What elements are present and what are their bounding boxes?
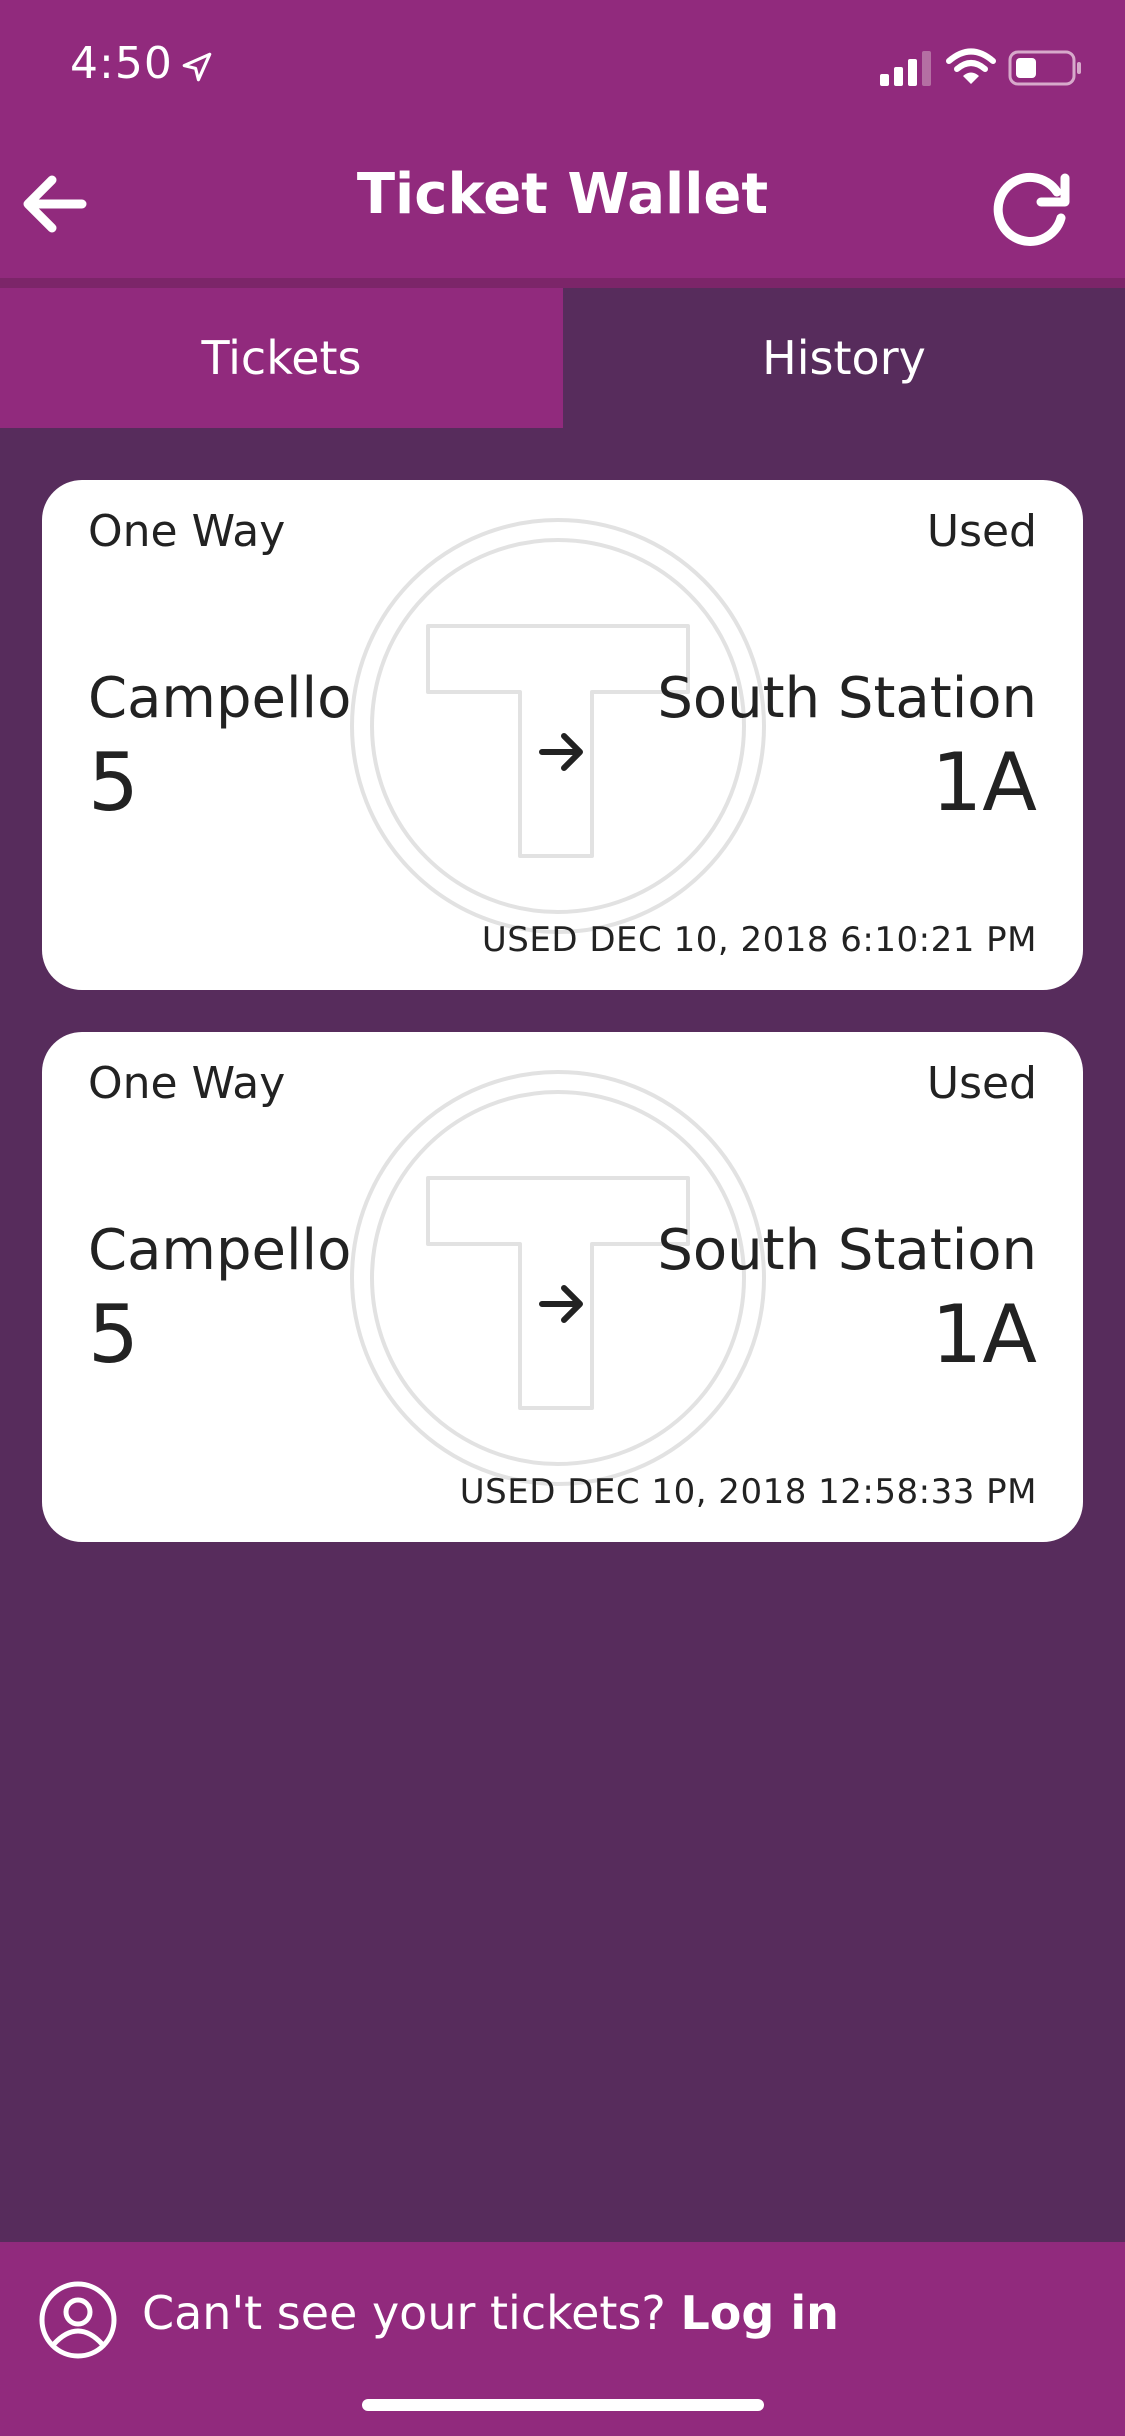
ticket-card[interactable]: One Way Used Campello 5 South Station 1A… — [42, 1032, 1083, 1542]
destination-zone: 1A — [931, 1288, 1037, 1381]
header-divider — [0, 278, 1125, 288]
header: 4:50 Ticket Wallet — [0, 0, 1125, 278]
used-timestamp: USED DEC 10, 2018 12:58:33 PM — [459, 1472, 1037, 1512]
origin-zone: 5 — [88, 736, 139, 829]
page-title: Ticket Wallet — [356, 162, 769, 227]
arrow-right-icon — [539, 1285, 583, 1323]
ticket-type: One Way — [88, 1058, 286, 1109]
origin-station: Campello — [88, 666, 352, 731]
home-indicator[interactable] — [362, 2399, 764, 2411]
ticket-type: One Way — [88, 506, 286, 557]
arrow-right-icon — [539, 733, 583, 771]
ticket-status: Used — [926, 506, 1037, 557]
nav-bar: Ticket Wallet — [0, 132, 1125, 278]
ticket-status: Used — [926, 1058, 1037, 1109]
ticket-card[interactable]: One Way Used Campello 5 South Station 1A… — [42, 480, 1083, 990]
status-time: 4:50 — [70, 38, 173, 89]
used-timestamp: USED DEC 10, 2018 6:10:21 PM — [481, 920, 1037, 960]
refresh-icon[interactable] — [985, 162, 1075, 252]
destination-zone: 1A — [931, 736, 1037, 829]
login-prompt-text: Can't see your tickets? — [142, 2286, 666, 2340]
account-icon[interactable] — [38, 2280, 118, 2360]
tab-tickets[interactable]: Tickets — [0, 288, 563, 428]
back-arrow-icon[interactable] — [14, 164, 94, 244]
destination-station: South Station — [657, 666, 1037, 731]
location-arrow-icon — [182, 52, 212, 82]
login-prompt: Can't see your tickets? Log in — [142, 2286, 839, 2340]
tab-bar: Tickets History — [0, 288, 1125, 428]
status-bar: 4:50 — [0, 0, 1125, 132]
login-link[interactable]: Log in — [680, 2286, 838, 2340]
destination-station: South Station — [657, 1218, 1037, 1283]
cellular-signal-icon — [880, 51, 931, 86]
wifi-icon — [946, 48, 996, 84]
battery-icon — [1008, 50, 1081, 86]
origin-zone: 5 — [88, 1288, 139, 1381]
origin-station: Campello — [88, 1218, 352, 1283]
tab-history[interactable]: History — [563, 288, 1125, 428]
